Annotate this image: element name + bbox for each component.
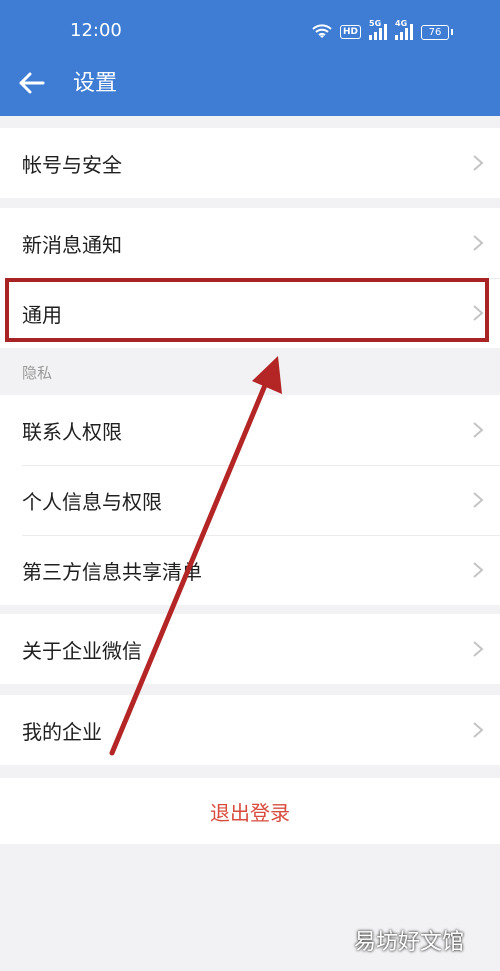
settings-item-personal-info[interactable]: 个人信息与权限 (0, 465, 500, 535)
settings-item-label: 关于企业微信 (22, 638, 142, 663)
settings-item-new-message-notify[interactable]: 新消息通知 (0, 208, 500, 278)
settings-item-label: 个人信息与权限 (22, 489, 162, 514)
group-privacy: 联系人权限 个人信息与权限 第三方信息共享清单 (0, 395, 500, 605)
chevron-right-icon (473, 722, 484, 738)
settings-item-my-company[interactable]: 我的企业 (0, 695, 500, 765)
chevron-right-icon (473, 492, 484, 508)
section-label-privacy: 隐私 (22, 364, 53, 382)
signal-4g-label: 4G (395, 19, 408, 28)
watermark-text: 易坊好文馆 (354, 930, 465, 955)
app-header: 12:00 HD 5G 4G 76 设置 (0, 0, 500, 116)
highlight-box (5, 278, 489, 342)
status-bar: 12:00 HD 5G 4G 76 (0, 0, 500, 60)
chevron-right-icon (473, 235, 484, 251)
group-account: 帐号与安全 (0, 128, 500, 198)
logout-label: 退出登录 (210, 800, 290, 825)
settings-item-label: 我的企业 (22, 719, 102, 744)
settings-item-label: 联系人权限 (22, 419, 122, 444)
settings-item-label: 第三方信息共享清单 (22, 559, 202, 584)
settings-item-label: 新消息通知 (22, 232, 122, 257)
status-time: 12:00 (70, 20, 122, 41)
battery-icon: 76 (421, 24, 454, 40)
chevron-right-icon (473, 422, 484, 438)
logout-button[interactable]: 退出登录 (0, 778, 500, 844)
chevron-right-icon (473, 641, 484, 657)
signal-4g-icon: 4G (395, 19, 414, 40)
wifi-icon (312, 24, 332, 38)
group-my-company: 我的企业 (0, 695, 500, 765)
group-about: 关于企业微信 (0, 614, 500, 684)
page-title: 设置 (73, 71, 118, 96)
settings-item-account-security[interactable]: 帐号与安全 (0, 128, 500, 198)
status-icons: HD 5G 4G 76 (312, 19, 454, 44)
back-arrow-icon[interactable] (16, 68, 46, 98)
settings-item-contacts-permission[interactable]: 联系人权限 (0, 395, 500, 465)
hd-badge: HD (340, 25, 362, 39)
settings-item-label: 帐号与安全 (22, 152, 122, 177)
settings-item-about[interactable]: 关于企业微信 (0, 614, 500, 684)
signal-5g-label: 5G (369, 19, 382, 28)
settings-item-third-party-sharing[interactable]: 第三方信息共享清单 (0, 535, 500, 605)
signal-5g-icon: 5G (369, 19, 388, 40)
chevron-right-icon (473, 562, 484, 578)
chevron-right-icon (473, 155, 484, 171)
